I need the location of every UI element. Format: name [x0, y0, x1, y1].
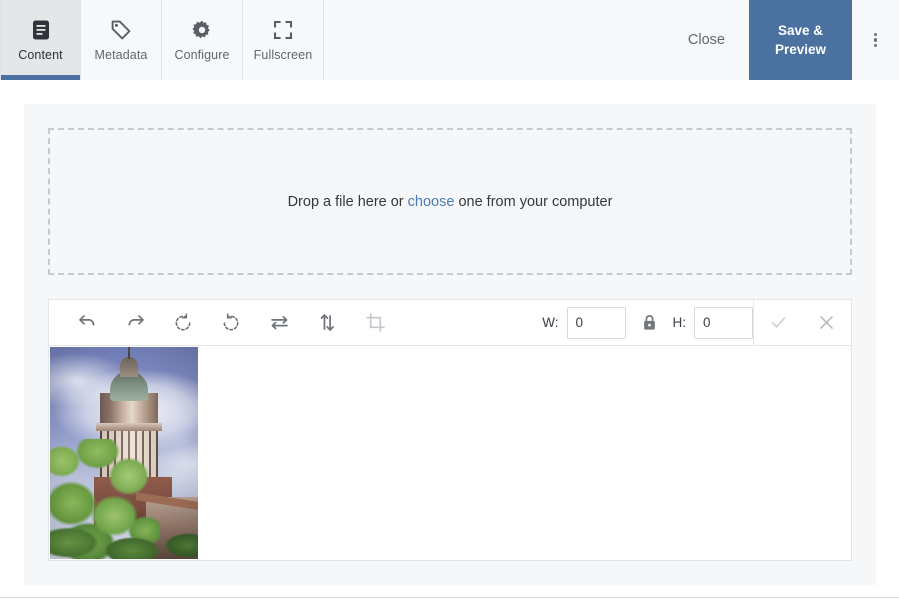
- save-label-line2: Preview: [774, 42, 827, 57]
- image-editor-canvas[interactable]: [49, 346, 851, 560]
- tab-fullscreen-label: Fullscreen: [253, 47, 313, 62]
- kebab-menu-icon: [873, 30, 878, 49]
- flip-horizontal-icon: [269, 312, 290, 333]
- aspect-ratio-lock-button[interactable]: [626, 301, 673, 345]
- redo-button[interactable]: [111, 301, 159, 345]
- dropzone-text-after: one from your computer: [454, 193, 613, 210]
- crop-icon: [365, 312, 386, 333]
- document-icon: [30, 19, 52, 41]
- editor-header: Content Metadata Configure Fullscreen Cl…: [0, 0, 899, 86]
- width-field-group: W:: [542, 306, 626, 339]
- tag-icon: [110, 19, 132, 41]
- dropzone-text: Drop a file here or choose one from your…: [288, 194, 613, 210]
- header-spacer: [324, 0, 664, 80]
- image-editor: W: H:: [48, 299, 852, 561]
- uploaded-image-preview[interactable]: [50, 347, 198, 559]
- tab-bar: Content Metadata Configure Fullscreen: [0, 0, 324, 80]
- height-label: H:: [672, 315, 687, 330]
- transform-tool-group: [49, 301, 399, 345]
- height-input[interactable]: [694, 306, 753, 339]
- rotate-left-button[interactable]: [159, 301, 207, 345]
- height-field-group: H:: [672, 306, 753, 339]
- apply-resize-button[interactable]: [753, 300, 802, 345]
- save-and-preview-button[interactable]: Save & Preview: [749, 0, 852, 80]
- dimension-tool-group: W: H:: [542, 300, 851, 345]
- overflow-menu-button[interactable]: [852, 0, 899, 80]
- page-body: Drop a file here or choose one from your…: [0, 80, 899, 608]
- undo-icon: [77, 312, 98, 333]
- flip-horizontal-button[interactable]: [255, 301, 303, 345]
- tab-metadata[interactable]: Metadata: [81, 0, 162, 80]
- flip-vertical-button[interactable]: [303, 301, 351, 345]
- page-bottom-divider: [0, 597, 899, 598]
- rotate-right-button[interactable]: [207, 301, 255, 345]
- crop-button[interactable]: [351, 301, 399, 345]
- dropzone-text-before: Drop a file here or: [287, 193, 408, 210]
- choose-file-link[interactable]: choose: [408, 194, 455, 210]
- tab-metadata-label: Metadata: [94, 47, 148, 62]
- tab-configure-label: Configure: [174, 47, 230, 62]
- close-button[interactable]: Close: [664, 0, 749, 80]
- photo-vignette-layer: [50, 347, 198, 559]
- tab-content[interactable]: Content: [0, 0, 81, 80]
- gear-icon: [191, 19, 213, 41]
- tab-configure[interactable]: Configure: [162, 0, 243, 80]
- tab-fullscreen[interactable]: Fullscreen: [243, 0, 324, 80]
- content-panel: Drop a file here or choose one from your…: [24, 104, 876, 585]
- lock-closed-icon: [640, 313, 659, 332]
- tab-content-label: Content: [18, 47, 63, 62]
- close-icon: [817, 313, 836, 332]
- width-input[interactable]: [566, 306, 626, 339]
- undo-button[interactable]: [63, 301, 111, 345]
- rotate-left-icon: [173, 312, 193, 333]
- save-label-line1: Save &: [777, 23, 823, 38]
- cancel-resize-button[interactable]: [802, 300, 851, 345]
- rotate-right-icon: [221, 312, 241, 333]
- file-dropzone[interactable]: Drop a file here or choose one from your…: [48, 128, 852, 275]
- flip-vertical-icon: [317, 312, 338, 333]
- fullscreen-icon: [272, 19, 294, 41]
- image-editor-toolbar: W: H:: [49, 300, 851, 346]
- width-label: W:: [542, 315, 559, 330]
- redo-icon: [125, 312, 146, 333]
- check-icon: [769, 313, 788, 332]
